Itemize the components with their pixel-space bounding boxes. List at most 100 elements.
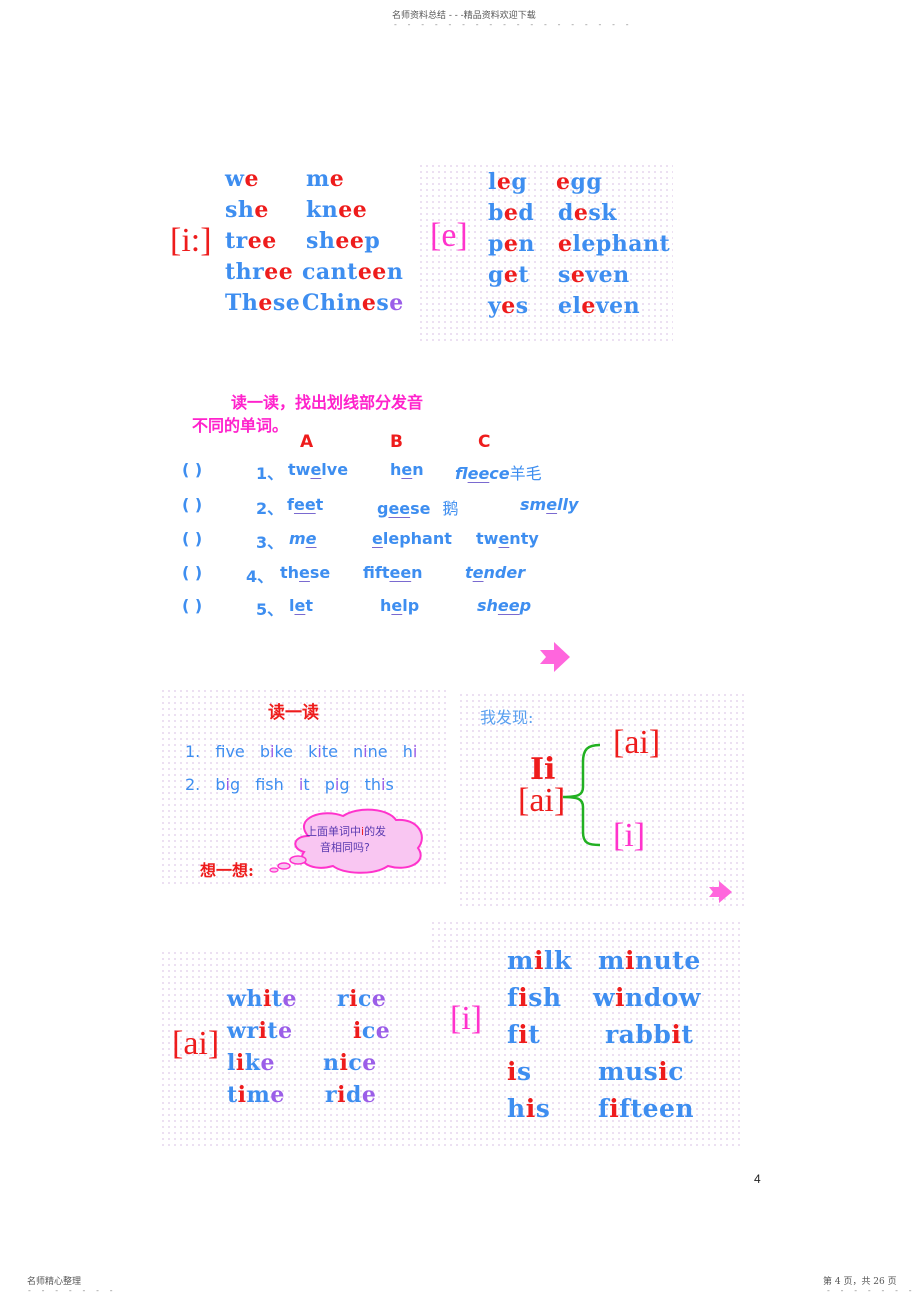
branch-bottom-ipa: [i] [613,817,646,854]
word-segment: c [668,1057,684,1086]
word-part: h [380,596,392,615]
option-c: sheep [477,596,531,615]
word-segment: m [306,166,330,192]
word-part: t [305,596,313,615]
word: fifteen [598,1094,694,1123]
word-part: sm [520,495,547,514]
answer-blank[interactable]: ( ) [182,529,202,548]
word-segment: sh [225,197,255,223]
word-segment: fteen [619,1094,695,1123]
word-segment: i [658,1057,669,1086]
read-row-1: 1. five bike kite nine hi [185,742,417,761]
page-number: 4 [754,1172,761,1186]
read-word: it [299,775,310,794]
word: canteen [302,259,403,285]
read-word: nine [353,742,388,761]
word-part: ne [367,742,388,761]
word-segment: Th [225,290,259,316]
word-part: n [353,742,364,761]
word-segment: ndow [625,983,701,1012]
word-segment: i [615,983,626,1012]
read-word: hi [403,742,418,761]
word-segment: i [671,1020,682,1049]
word-segment: i [237,1082,247,1108]
word-segment: e [503,262,519,288]
word-part: tw [476,529,499,548]
word-segment: c [361,1018,376,1044]
word: yes [488,293,529,319]
next-arrow-icon-2[interactable] [708,880,734,904]
word-segment: y [488,293,502,319]
word: desk [558,200,617,226]
ipa-short-i: [i] [450,1000,483,1037]
row-number: 2. [185,775,216,794]
word-segment: p [488,231,504,257]
exercise-instruction-2: 不同的单词。 [192,416,289,435]
column-label-c: C [478,432,491,452]
footer-right-underline: - - - - - - - - - [826,1286,920,1295]
underlined-letters: ee [497,596,520,615]
ipa-e: [e] [430,217,468,254]
option-c: twenty [476,529,539,548]
question-number: 3、 [256,533,284,552]
word-part: f [255,775,266,794]
word-segment: m [507,946,534,975]
word-part: fl [455,464,468,483]
word-part: p [324,775,335,794]
word: These [225,290,300,316]
word: egg [556,169,602,195]
word-segment: ee [264,259,294,285]
word-segment: i [262,986,272,1012]
underlined-letters: e [401,460,413,479]
word-segment: t [271,986,283,1012]
word-segment: cant [302,259,358,285]
word-segment: n [323,1050,340,1076]
word-segment: e [361,290,377,316]
underlined-letters: e [472,563,484,582]
think-label: 想一想: [200,861,254,880]
word-segment: p [364,228,381,254]
word: like [227,1050,275,1076]
word-segment: t [681,1020,694,1049]
read-row-2: 2. big fish it pig this [185,775,394,794]
underlined-letters: e [299,563,310,582]
answer-blank[interactable]: ( ) [182,460,202,479]
bubble-text-pre: 上面单词中 [306,825,361,838]
word-part: g [229,775,241,794]
word-segment: sh [306,228,336,254]
underlined-letters: ee [388,499,411,518]
answer-blank[interactable]: ( ) [182,495,202,514]
word-segment: e [270,1082,285,1108]
word: music [598,1057,684,1086]
word-segment: e [282,986,297,1012]
answer-blank[interactable]: ( ) [182,596,202,615]
word-part: nty [509,529,539,548]
word-segment: t [528,1020,541,1049]
read-word: fish [255,775,284,794]
word-part: lephant [382,529,452,548]
word-segment: e [375,1018,391,1044]
word-segment: i [525,1094,536,1123]
word: white [227,986,297,1012]
word-segment: i [353,1018,362,1044]
word-part: t [465,563,473,582]
word: get [488,262,529,288]
word-segment: s [558,262,571,288]
answer-blank[interactable]: ( ) [182,563,202,582]
next-arrow-icon[interactable] [538,640,574,674]
word-part: n [411,563,423,582]
word-segment: r [337,986,350,1012]
word-segment: ee [357,259,387,285]
word-segment: f [507,983,519,1012]
word-segment: ee [338,197,368,223]
word-segment: e [361,1082,377,1108]
word-segment: e [496,169,512,195]
question-number: 2、 [256,499,284,518]
word-segment: r [325,1082,338,1108]
word-part: te [321,742,338,761]
word: me [306,166,344,192]
word-segment: e [503,200,519,226]
word-segment: c [348,1050,363,1076]
word-part: lve [321,460,349,479]
read-word: five [215,742,244,761]
